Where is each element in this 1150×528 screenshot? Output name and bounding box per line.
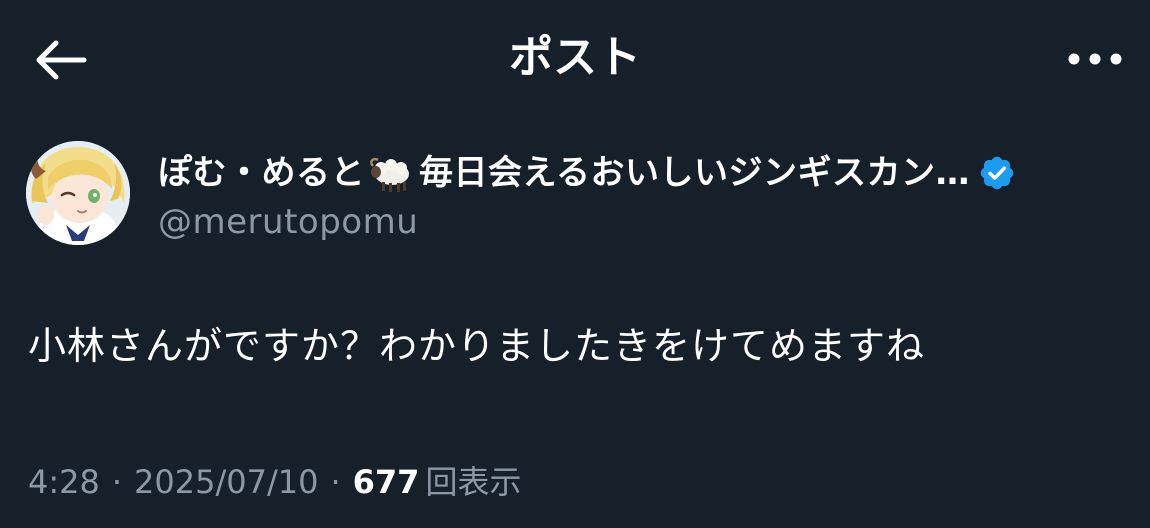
author-block: ぽむ・めると 毎日会えるおいしいジンギスカン… @merutopomu — [26, 138, 1136, 250]
display-name-row[interactable]: ぽむ・めると 毎日会えるおいしいジンギスカン… — [158, 144, 1016, 202]
more-options-button[interactable] — [1062, 34, 1128, 84]
views-count[interactable]: 677 — [353, 456, 420, 508]
views-label: 回表示 — [425, 463, 522, 501]
top-bar: ポスト — [0, 0, 1150, 118]
user-handle[interactable]: @merutopomu — [158, 200, 418, 244]
display-name[interactable]: ぽむ・めると — [158, 144, 365, 202]
post-time[interactable]: 4:28 — [28, 456, 100, 508]
page-title: ポスト — [509, 32, 641, 83]
sheep-emoji-icon — [367, 148, 417, 198]
post-meta: 4:28 · 2025/07/10 · 677 回表示 — [28, 456, 521, 508]
avatar[interactable] — [26, 141, 130, 245]
meta-separator: · — [111, 463, 123, 501]
meta-separator: · — [330, 463, 341, 501]
back-button[interactable] — [28, 30, 92, 90]
post-text: 小林さんがですか？わかりましたきをけてめますね — [28, 324, 926, 368]
verified-badge-icon — [978, 154, 1016, 192]
display-name-suffix[interactable]: 毎日会えるおいしいジンギスカン… — [419, 144, 970, 202]
arrow-left-icon — [36, 40, 87, 80]
post-date[interactable]: 2025/07/10 — [134, 456, 318, 508]
more-horizontal-icon — [1068, 53, 1122, 65]
